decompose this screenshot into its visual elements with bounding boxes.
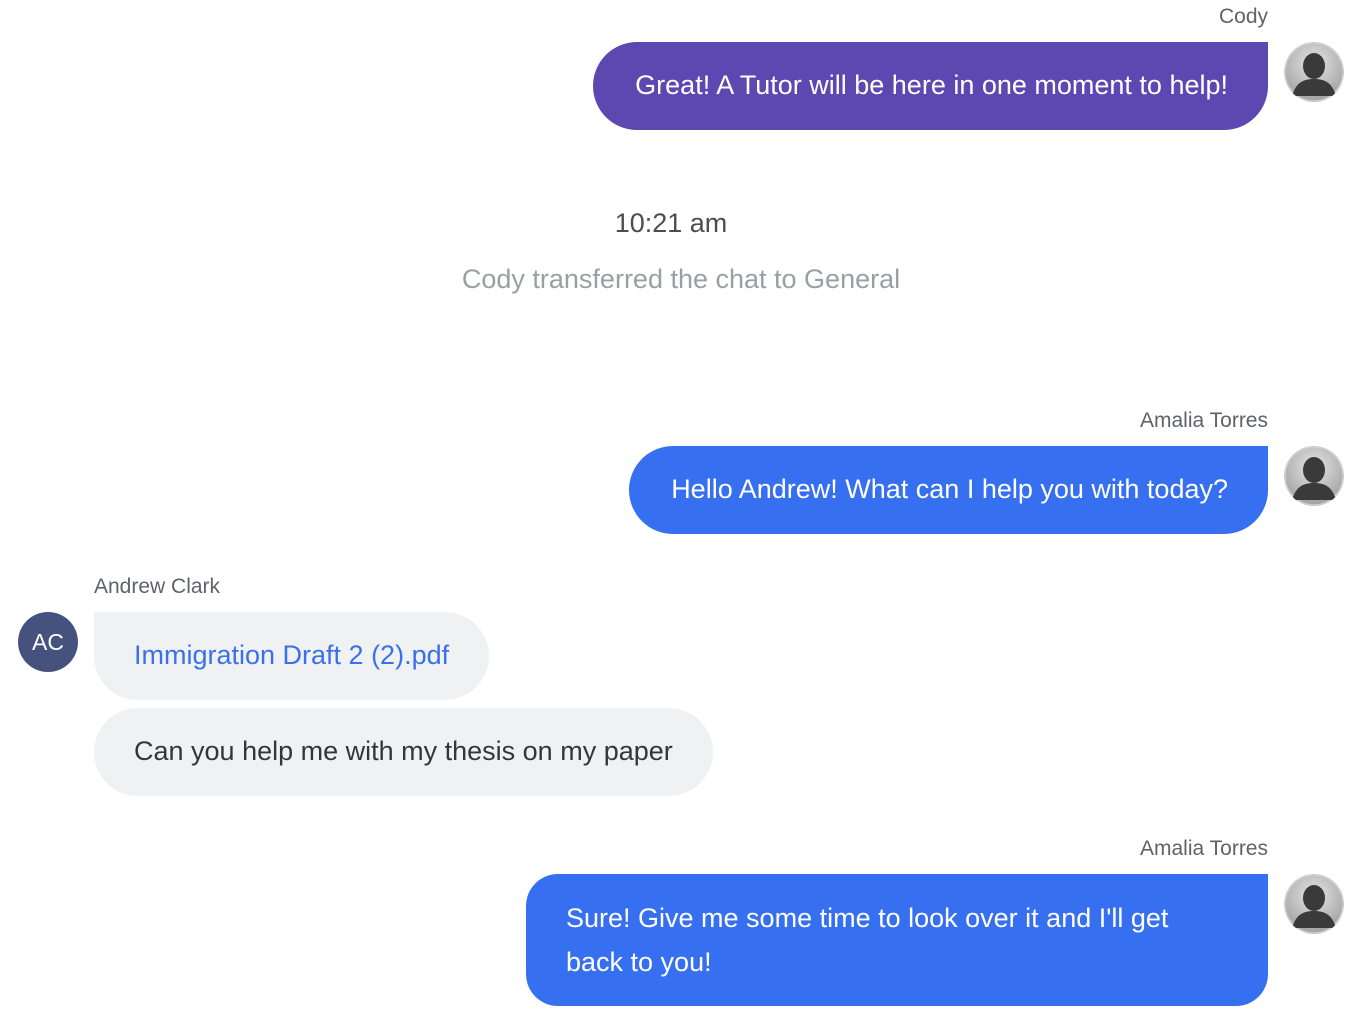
chat-transfer-notice: Cody transferred the chat to General (461, 264, 901, 294)
outgoing-message-bubble: Sure! Give me some time to look over it … (526, 874, 1268, 1006)
event-timestamp: 10:21 am (614, 208, 728, 238)
visitor-avatar: AC (18, 612, 78, 672)
message-text: Hello Andrew! What can I help you with t… (671, 474, 1228, 504)
outgoing-message-bubble: Great! A Tutor will be here in one momen… (593, 42, 1268, 130)
outgoing-message-bubble: Hello Andrew! What can I help you with t… (629, 446, 1268, 534)
incoming-attachment-bubble: Immigration Draft 2 (2).pdf (94, 612, 490, 700)
agent-avatar-icon (1284, 874, 1344, 934)
message-sender-name: Cody (1218, 5, 1268, 28)
agent-avatar-icon (1284, 42, 1344, 102)
message-sender-name: Andrew Clark (94, 575, 221, 598)
attachment-link[interactable]: Immigration Draft 2 (2).pdf (134, 640, 449, 670)
chat-transcript: Cody Great! A Tutor will be here in one … (0, 0, 1368, 1012)
message-sender-name: Amalia Torres (1140, 409, 1268, 432)
message-sender-name: Amalia Torres (1140, 837, 1268, 860)
message-text: Great! A Tutor will be here in one momen… (635, 70, 1228, 100)
incoming-message-bubble: Can you help me with my thesis on my pap… (94, 708, 713, 796)
message-text: Can you help me with my thesis on my pap… (134, 736, 673, 766)
message-text: Sure! Give me some time to look over it … (566, 903, 1169, 977)
agent-avatar-icon (1284, 446, 1344, 506)
